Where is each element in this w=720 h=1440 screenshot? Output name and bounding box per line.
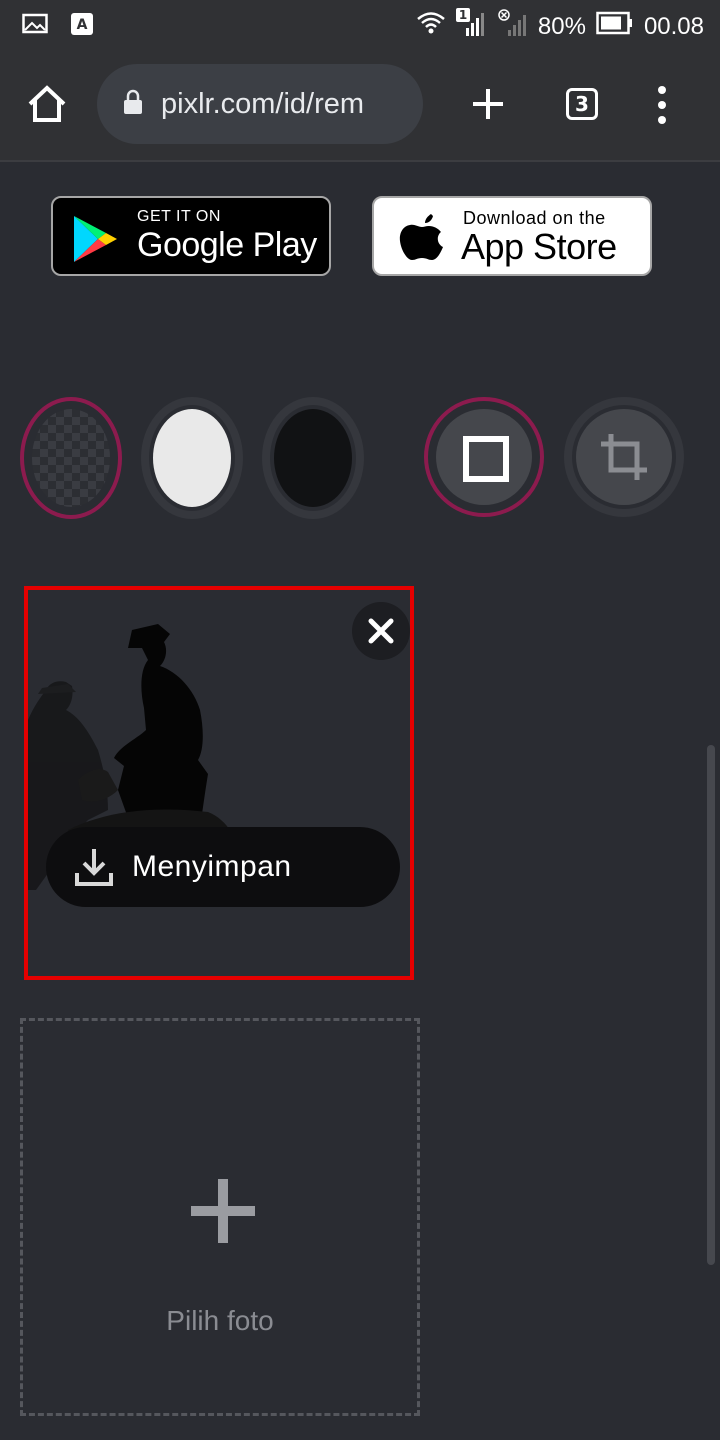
url-text: pixlr.com/id/rem bbox=[161, 87, 365, 120]
choose-photo-dropzone[interactable]: Pilih foto bbox=[20, 1018, 420, 1416]
download-icon bbox=[75, 849, 113, 886]
choose-photo-label: Pilih foto bbox=[166, 1305, 274, 1336]
remove-image-button[interactable] bbox=[352, 602, 410, 660]
app-store-badge[interactable]: Download on the App Store bbox=[372, 196, 652, 276]
tab-count: 3 bbox=[575, 92, 589, 116]
signal-2-icon bbox=[498, 8, 528, 45]
processed-image-card[interactable]: Menyimpan bbox=[24, 586, 414, 980]
square-mode-option[interactable] bbox=[424, 397, 544, 517]
sim-badge: 1 bbox=[455, 8, 471, 22]
home-icon bbox=[28, 85, 66, 122]
black-swatch bbox=[274, 409, 352, 507]
checkerboard-swatch bbox=[32, 409, 110, 507]
browser-menu-button[interactable] bbox=[658, 86, 666, 124]
menu-dot bbox=[658, 116, 666, 124]
home-button[interactable] bbox=[26, 84, 68, 128]
battery-percent: 80% bbox=[537, 12, 586, 40]
transparent-background-option[interactable] bbox=[20, 397, 122, 519]
google-play-icon bbox=[74, 216, 117, 262]
silhouette-image bbox=[28, 624, 240, 890]
new-tab-button[interactable] bbox=[470, 86, 506, 126]
browser-toolbar: pixlr.com/id/rem 3 bbox=[0, 50, 720, 162]
page-scrollbar[interactable] bbox=[707, 745, 715, 1265]
status-bar: A 1 80% 00.08 bbox=[0, 0, 720, 50]
white-background-option[interactable] bbox=[141, 397, 243, 519]
save-button-label: Menyimpan bbox=[132, 850, 292, 883]
white-swatch bbox=[153, 409, 231, 507]
crop-mode-option[interactable] bbox=[564, 397, 684, 517]
svg-text:A: A bbox=[77, 17, 88, 33]
lock-icon bbox=[123, 89, 143, 119]
save-button[interactable]: Menyimpan bbox=[46, 827, 400, 907]
address-bar[interactable]: pixlr.com/id/rem bbox=[97, 64, 423, 144]
google-play-small-text: GET IT ON bbox=[137, 208, 221, 225]
clock: 00.08 bbox=[643, 12, 704, 40]
square-icon bbox=[463, 436, 509, 482]
google-play-badge[interactable]: GET IT ON Google Play bbox=[51, 196, 331, 276]
add-icon bbox=[191, 1179, 255, 1243]
apple-icon bbox=[399, 214, 443, 260]
signal-1-icon: 1 bbox=[455, 8, 488, 45]
gallery-icon bbox=[22, 13, 48, 39]
app-store-big-text: App Store bbox=[461, 226, 617, 267]
black-background-option[interactable] bbox=[262, 397, 364, 519]
plus-icon bbox=[473, 89, 503, 119]
crop-icon bbox=[601, 434, 647, 480]
menu-dot bbox=[658, 101, 666, 109]
battery-icon bbox=[596, 11, 634, 42]
a-letter-icon: A bbox=[70, 12, 94, 40]
google-play-big-text: Google Play bbox=[137, 226, 317, 264]
wifi-icon bbox=[416, 10, 446, 43]
close-icon bbox=[368, 618, 394, 644]
tab-switcher-button[interactable]: 3 bbox=[566, 88, 598, 120]
menu-dot bbox=[658, 86, 666, 94]
